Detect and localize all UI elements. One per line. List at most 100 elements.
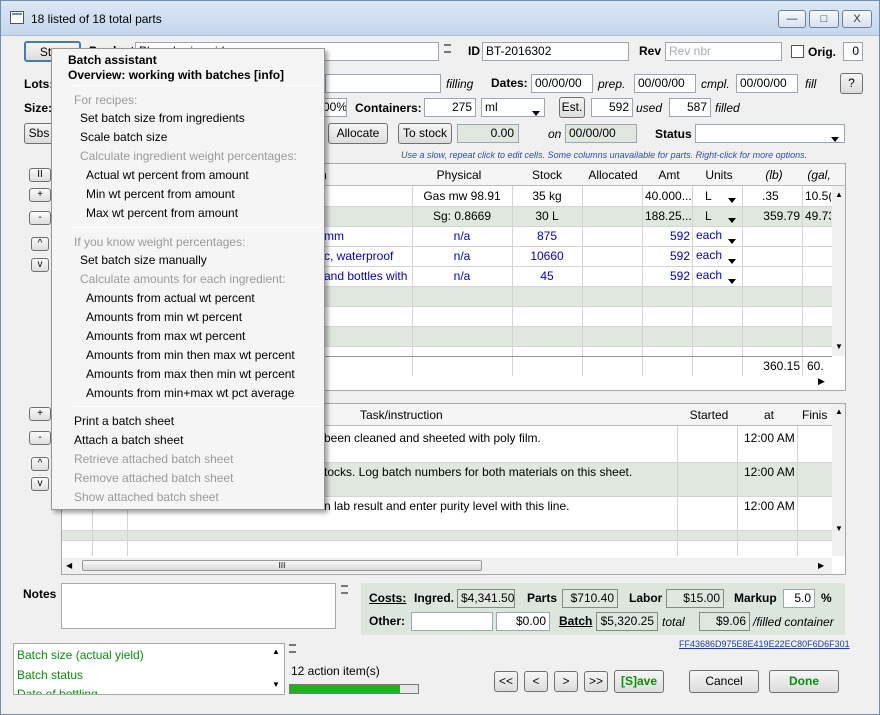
status-select[interactable] (695, 124, 845, 143)
allocate-button[interactable]: Allocate (328, 123, 388, 144)
scroll-down-icon[interactable]: ▼ (835, 342, 843, 351)
cell-gal[interactable]: 49.73 (805, 206, 831, 226)
cell-stock[interactable]: 875 (514, 226, 580, 246)
done-button[interactable]: Done (769, 670, 839, 693)
scroll-up-icon[interactable]: ▲ (272, 647, 280, 656)
product-list-icon[interactable] (444, 44, 451, 53)
used-field[interactable]: 592 (591, 98, 633, 117)
cell-stock[interactable]: 35 kg (514, 186, 580, 206)
prep-date-field[interactable]: 00/00/00 (531, 74, 593, 93)
cell-desc[interactable]: c, waterproof (324, 246, 410, 266)
menu-item-actual-wt-pct[interactable]: Actual wt percent from amount (86, 166, 249, 184)
other-value-field[interactable]: $0.00 (496, 612, 550, 631)
cell-units[interactable]: each (696, 225, 726, 245)
scroll-up-icon[interactable]: ▲ (835, 407, 843, 416)
cell-physical[interactable]: n/a (414, 246, 510, 266)
tasks-vertical-scrollbar[interactable]: ▲ ▼ (832, 404, 845, 556)
fill-date-field[interactable]: 00/00/00 (736, 74, 798, 93)
id-field[interactable]: BT-2016302 (482, 42, 629, 61)
cell-stock[interactable]: 45 (514, 266, 580, 286)
menu-item-amounts-max-then-min[interactable]: Amounts from max then min wt percent (86, 365, 295, 383)
cell-amt[interactable]: 592 (644, 266, 690, 286)
chevron-down-icon[interactable] (728, 213, 736, 227)
cell-units[interactable]: L (705, 186, 725, 206)
cell-units[interactable]: L (705, 206, 725, 226)
chevron-down-icon[interactable] (728, 193, 736, 207)
filled-field[interactable]: 587 (669, 98, 711, 117)
menu-item-set-manually[interactable]: Set batch size manually (80, 251, 207, 269)
maximize-button[interactable]: □ (809, 10, 839, 28)
menu-item-amounts-average[interactable]: Amounts from min+max wt pct average (86, 384, 294, 402)
tasks-horizontal-scrollbar[interactable]: ◀ III ▶ (62, 558, 832, 574)
menu-item-overview[interactable]: Overview: working with batches [info] (68, 66, 284, 84)
move-task-down-button[interactable]: v (31, 477, 49, 491)
scroll-thumb[interactable]: III (82, 560, 482, 571)
cell-desc[interactable]: and bottles with (324, 266, 410, 286)
orig-checkbox[interactable] (791, 45, 804, 58)
cell-physical[interactable]: Sg: 0.8669 (414, 206, 510, 226)
menu-item-max-wt-pct[interactable]: Max wt percent from amount (86, 204, 238, 222)
menu-item-scale-batch[interactable]: Scale batch size (80, 128, 167, 146)
batch-link[interactable]: Batch (559, 614, 592, 628)
scroll-down-icon[interactable]: ▼ (272, 680, 280, 689)
cell-physical[interactable]: Gas mw 98.91 (414, 186, 510, 206)
vertical-scrollbar[interactable]: ▲ ▼ (832, 186, 845, 356)
scroll-up-icon[interactable]: ▲ (835, 190, 843, 199)
menu-item-amounts-min[interactable]: Amounts from min wt percent (86, 308, 242, 326)
minimize-button[interactable]: — (778, 10, 806, 28)
menu-item-amounts-min-then-max[interactable]: Amounts from min then max wt percent (86, 346, 295, 364)
cell-amt[interactable]: 592 (644, 246, 690, 266)
status-list-item[interactable]: Date of bottling (17, 687, 98, 694)
task-text[interactable]: tocks. Log batch numbers for both materi… (324, 462, 674, 482)
task-at[interactable]: 12:00 AM (744, 462, 796, 482)
prev-record-button[interactable]: < (524, 671, 548, 692)
rev-field[interactable]: Rev nbr (665, 42, 782, 61)
menu-item-amounts-actual[interactable]: Amounts from actual wt percent (86, 289, 255, 307)
cell-amt[interactable]: 592 (644, 226, 690, 246)
estimate-button[interactable]: Est. (559, 97, 585, 118)
status-list-item[interactable]: Batch size (actual yield) (17, 648, 144, 662)
chevron-down-icon[interactable] (728, 234, 736, 248)
cell-lb[interactable]: 359.79 (748, 206, 800, 226)
scroll-right-icon[interactable]: ▶ (818, 561, 824, 570)
markup-field[interactable]: 5.0 (783, 589, 815, 608)
cell-physical[interactable]: n/a (414, 266, 510, 286)
notes-menu-icon[interactable] (341, 585, 348, 594)
task-text[interactable]: n lab result and enter purity level with… (324, 496, 674, 516)
task-at[interactable]: 12:00 AM (744, 428, 796, 448)
scroll-left-icon[interactable]: ◀ (66, 561, 72, 570)
task-text[interactable]: been cleaned and sheeted with poly film. (324, 428, 674, 448)
menu-item-amounts-max[interactable]: Amounts from max wt percent (86, 327, 245, 345)
move-down-button[interactable]: v (31, 258, 49, 272)
sbs-button[interactable]: Sbs (24, 123, 54, 144)
unit-select[interactable]: ml (481, 98, 545, 117)
add-task-button[interactable]: + (29, 407, 51, 421)
cell-units[interactable]: each (696, 265, 726, 285)
save-button[interactable]: [S]ave (614, 670, 664, 693)
status-menu-icon[interactable] (289, 644, 296, 653)
close-button[interactable]: X (842, 10, 872, 28)
cell-amt[interactable]: 40.000... (645, 186, 691, 206)
last-record-button[interactable]: >> (584, 671, 608, 692)
menu-item-set-from-ingredients[interactable]: Set batch size from ingredients (80, 109, 245, 127)
cell-units[interactable]: each (696, 245, 726, 265)
menu-item-print-sheet[interactable]: Print a batch sheet (74, 412, 174, 430)
first-record-button[interactable]: << (494, 671, 518, 692)
orig-field[interactable]: 0 (843, 42, 863, 61)
cancel-button[interactable]: Cancel (689, 670, 759, 693)
chevron-down-icon[interactable] (728, 254, 736, 268)
notes-field[interactable] (61, 583, 336, 629)
lots-field[interactable] (325, 74, 441, 93)
pause-button[interactable]: II (29, 168, 51, 182)
status-list-item[interactable]: Batch status (17, 668, 83, 682)
cell-lb[interactable]: .35 (762, 186, 800, 206)
cell-stock[interactable]: 30 L (514, 206, 580, 226)
task-at[interactable]: 12:00 AM (744, 496, 796, 516)
cell-amt[interactable]: 188.25... (645, 206, 691, 226)
menu-item-attach-sheet[interactable]: Attach a batch sheet (74, 431, 183, 449)
menu-item-min-wt-pct[interactable]: Min wt percent from amount (86, 185, 235, 203)
scroll-right-icon[interactable]: ▶ (818, 376, 825, 387)
add-row-button[interactable]: + (29, 188, 51, 202)
remove-row-button[interactable]: - (29, 211, 51, 225)
cell-desc[interactable]: mm (324, 226, 410, 246)
